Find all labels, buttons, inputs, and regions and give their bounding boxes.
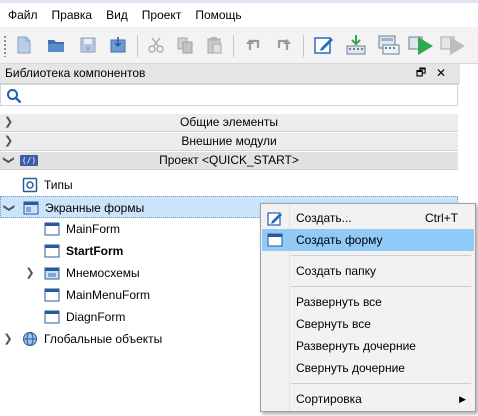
tree-item-label: DiagnForm — [66, 310, 126, 324]
form-icon — [44, 288, 60, 302]
debug-icon — [440, 36, 465, 55]
menu-item-label: Развернуть все — [296, 295, 382, 309]
search-input[interactable] — [25, 87, 445, 103]
close-panel-icon[interactable]: ✕ — [433, 65, 449, 81]
mnemo-folder-icon — [44, 267, 60, 280]
undo-button[interactable] — [241, 32, 267, 58]
globe-icon — [23, 332, 37, 346]
context-menu: Создать... Ctrl+T Создать форму Создать … — [260, 203, 476, 412]
cut-button[interactable] — [143, 32, 169, 58]
menu-separator — [291, 286, 471, 287]
toolbar — [0, 27, 478, 64]
menu-item-create-form[interactable]: Создать форму — [262, 229, 474, 251]
run-icon — [408, 36, 433, 55]
submenu-arrow-icon: ▶ — [459, 394, 466, 404]
run-button[interactable] — [408, 32, 434, 58]
menu-help[interactable]: Помощь — [188, 3, 248, 27]
save-as-button[interactable] — [105, 32, 131, 58]
edit-button[interactable] — [311, 32, 337, 58]
menu-separator — [291, 255, 471, 256]
tree-item-types[interactable]: Типы — [0, 174, 458, 196]
menu-item-create-folder[interactable]: Создать папку — [262, 260, 474, 282]
redo-icon — [277, 39, 291, 50]
menu-project[interactable]: Проект — [135, 3, 189, 27]
menu-item-create[interactable]: Создать... Ctrl+T — [262, 207, 474, 229]
toolbar-separator — [303, 35, 304, 57]
menu-file[interactable]: Файл — [0, 3, 45, 27]
copy-icon — [177, 37, 193, 54]
menu-item-shortcut: Ctrl+T — [425, 211, 458, 225]
menu-separator — [291, 383, 471, 384]
types-icon — [22, 177, 38, 193]
copy-button[interactable] — [172, 32, 198, 58]
tree-item-label: Типы — [44, 178, 73, 192]
component-library-header: Библиотека компонентов 🗗 ✕ — [0, 64, 460, 84]
open-button[interactable] — [43, 32, 69, 58]
edit-icon — [267, 212, 282, 226]
new-icon — [17, 36, 31, 54]
menu-item-label: Сортировка — [296, 392, 362, 406]
paste-button[interactable] — [201, 32, 227, 58]
form-icon — [267, 233, 283, 247]
build-button[interactable] — [377, 32, 403, 58]
form-icon — [44, 310, 60, 324]
cut-icon — [148, 37, 164, 53]
paste-icon — [207, 37, 222, 54]
save-button[interactable] — [75, 32, 101, 58]
group-common-elements[interactable]: ❯ Общие элементы — [0, 114, 458, 132]
download-button[interactable] — [343, 32, 369, 58]
menu-edit[interactable]: Правка — [45, 3, 100, 27]
menu-item-label: Создать... — [296, 211, 352, 225]
search-box — [0, 84, 458, 106]
search-icon — [7, 89, 22, 104]
screen-forms-icon — [23, 201, 39, 215]
menu-view[interactable]: Вид — [99, 3, 135, 27]
form-icon — [44, 244, 60, 258]
tree-item-label: MainMenuForm — [66, 288, 151, 302]
debug-button[interactable] — [440, 32, 466, 58]
edit-icon — [314, 37, 333, 54]
menu-item-label: Развернуть дочерние — [296, 339, 416, 353]
save-icon — [80, 37, 96, 53]
toolbar-separator — [137, 35, 138, 57]
save-as-icon — [110, 37, 126, 53]
menu-item-label: Создать форму — [296, 233, 383, 247]
group-external-modules[interactable]: ❯ Внешние модули — [0, 133, 458, 151]
download-icon — [346, 35, 366, 55]
new-button[interactable] — [11, 32, 37, 58]
group-label: Внешние модули — [181, 134, 277, 148]
menu-item-collapse-children[interactable]: Свернуть дочерние — [262, 357, 474, 379]
menu-item-expand-children[interactable]: Развернуть дочерние — [262, 335, 474, 357]
tree-item-label: StartForm — [66, 244, 124, 258]
chevron-down-icon[interactable]: ❯ — [0, 202, 20, 214]
chevron-right-icon[interactable]: ❯ — [24, 262, 36, 284]
open-icon — [48, 40, 64, 52]
chevron-right-icon[interactable]: ❯ — [2, 328, 14, 350]
toolbar-grip[interactable] — [3, 35, 7, 57]
menu-item-label: Свернуть все — [296, 317, 371, 331]
form-icon — [44, 222, 60, 236]
menu-item-sort[interactable]: Сортировка ▶ — [262, 388, 474, 410]
menu-bar: Файл Правка Вид Проект Помощь — [0, 3, 478, 27]
panel-title: Библиотека компонентов — [5, 66, 146, 80]
undo-icon — [246, 39, 260, 50]
build-icon — [378, 35, 400, 55]
toolbar-separator — [233, 35, 234, 57]
redo-button[interactable] — [270, 32, 296, 58]
group-label: Общие элементы — [180, 115, 278, 129]
menu-item-expand-all[interactable]: Развернуть все — [262, 291, 474, 313]
menu-item-collapse-all[interactable]: Свернуть все — [262, 313, 474, 335]
tree-item-label: Глобальные объекты — [44, 332, 163, 346]
group-label: Проект <QUICK_START> — [159, 153, 299, 167]
tree-item-label: Экранные формы — [45, 201, 145, 215]
menu-item-label: Создать папку — [296, 264, 376, 278]
group-project[interactable]: ❯ (/) Проект <QUICK_START> — [0, 152, 458, 170]
float-panel-icon[interactable]: 🗗 — [413, 65, 429, 81]
tree-item-label: MainForm — [66, 222, 121, 236]
menu-item-label: Свернуть дочерние — [296, 361, 405, 375]
tree-item-label: Мнемосхемы — [66, 266, 140, 280]
